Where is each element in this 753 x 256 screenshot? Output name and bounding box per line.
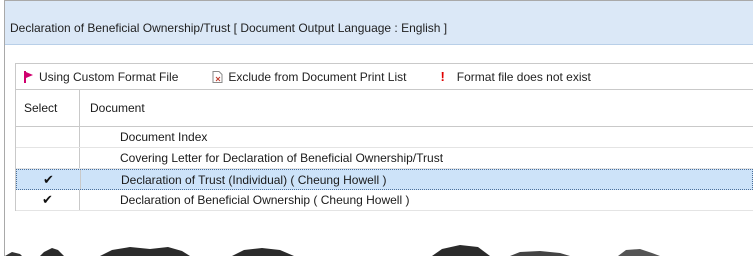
document-name: Covering Letter for Declaration of Benef…: [120, 151, 444, 165]
select-cell[interactable]: ✔: [17, 170, 81, 189]
checkmark-icon: ✔: [42, 192, 53, 207]
dialog-window: Declaration of Beneficial Ownership/Trus…: [4, 0, 753, 256]
window-title: Declaration of Beneficial Ownership/Trus…: [5, 1, 753, 45]
legend-bar: Using Custom Format File Exclude from Do…: [15, 63, 753, 89]
exclude-document-icon: [212, 70, 223, 83]
legend-exclude: Exclude from Document Print List: [212, 70, 406, 84]
select-cell[interactable]: [16, 127, 80, 147]
exclamation-icon: !: [440, 69, 445, 84]
column-header-document[interactable]: Document: [80, 90, 753, 126]
clipped-content-edge: [5, 245, 660, 256]
document-name: Document Index: [120, 130, 208, 144]
legend-custom-format: Using Custom Format File: [16, 70, 178, 84]
legend-custom-format-label: Using Custom Format File: [39, 69, 179, 84]
legend-exclude-label: Exclude from Document Print List: [228, 69, 407, 84]
select-cell[interactable]: ✔: [16, 190, 80, 210]
document-name: Declaration of Beneficial Ownership ( Ch…: [120, 193, 410, 207]
table-row[interactable]: Document Index: [16, 127, 753, 148]
table-row[interactable]: ✔ Declaration of Beneficial Ownership ( …: [16, 190, 753, 211]
document-name: Declaration of Trust (Individual) ( Cheu…: [121, 172, 387, 187]
table-header: Select Document: [16, 89, 753, 127]
legend-missing-label: Format file does not exist: [456, 69, 591, 84]
table-row-selected[interactable]: ✔ Declaration of Trust (Individual) ( Ch…: [16, 169, 753, 190]
column-header-select[interactable]: Select: [16, 90, 80, 126]
checkmark-icon: ✔: [43, 171, 54, 187]
flag-icon: [24, 70, 33, 83]
select-cell[interactable]: [16, 148, 80, 168]
legend-missing-format: ! Format file does not exist: [440, 69, 590, 84]
document-table: Select Document Document Index Covering …: [15, 89, 753, 211]
table-row[interactable]: Covering Letter for Declaration of Benef…: [16, 148, 753, 169]
